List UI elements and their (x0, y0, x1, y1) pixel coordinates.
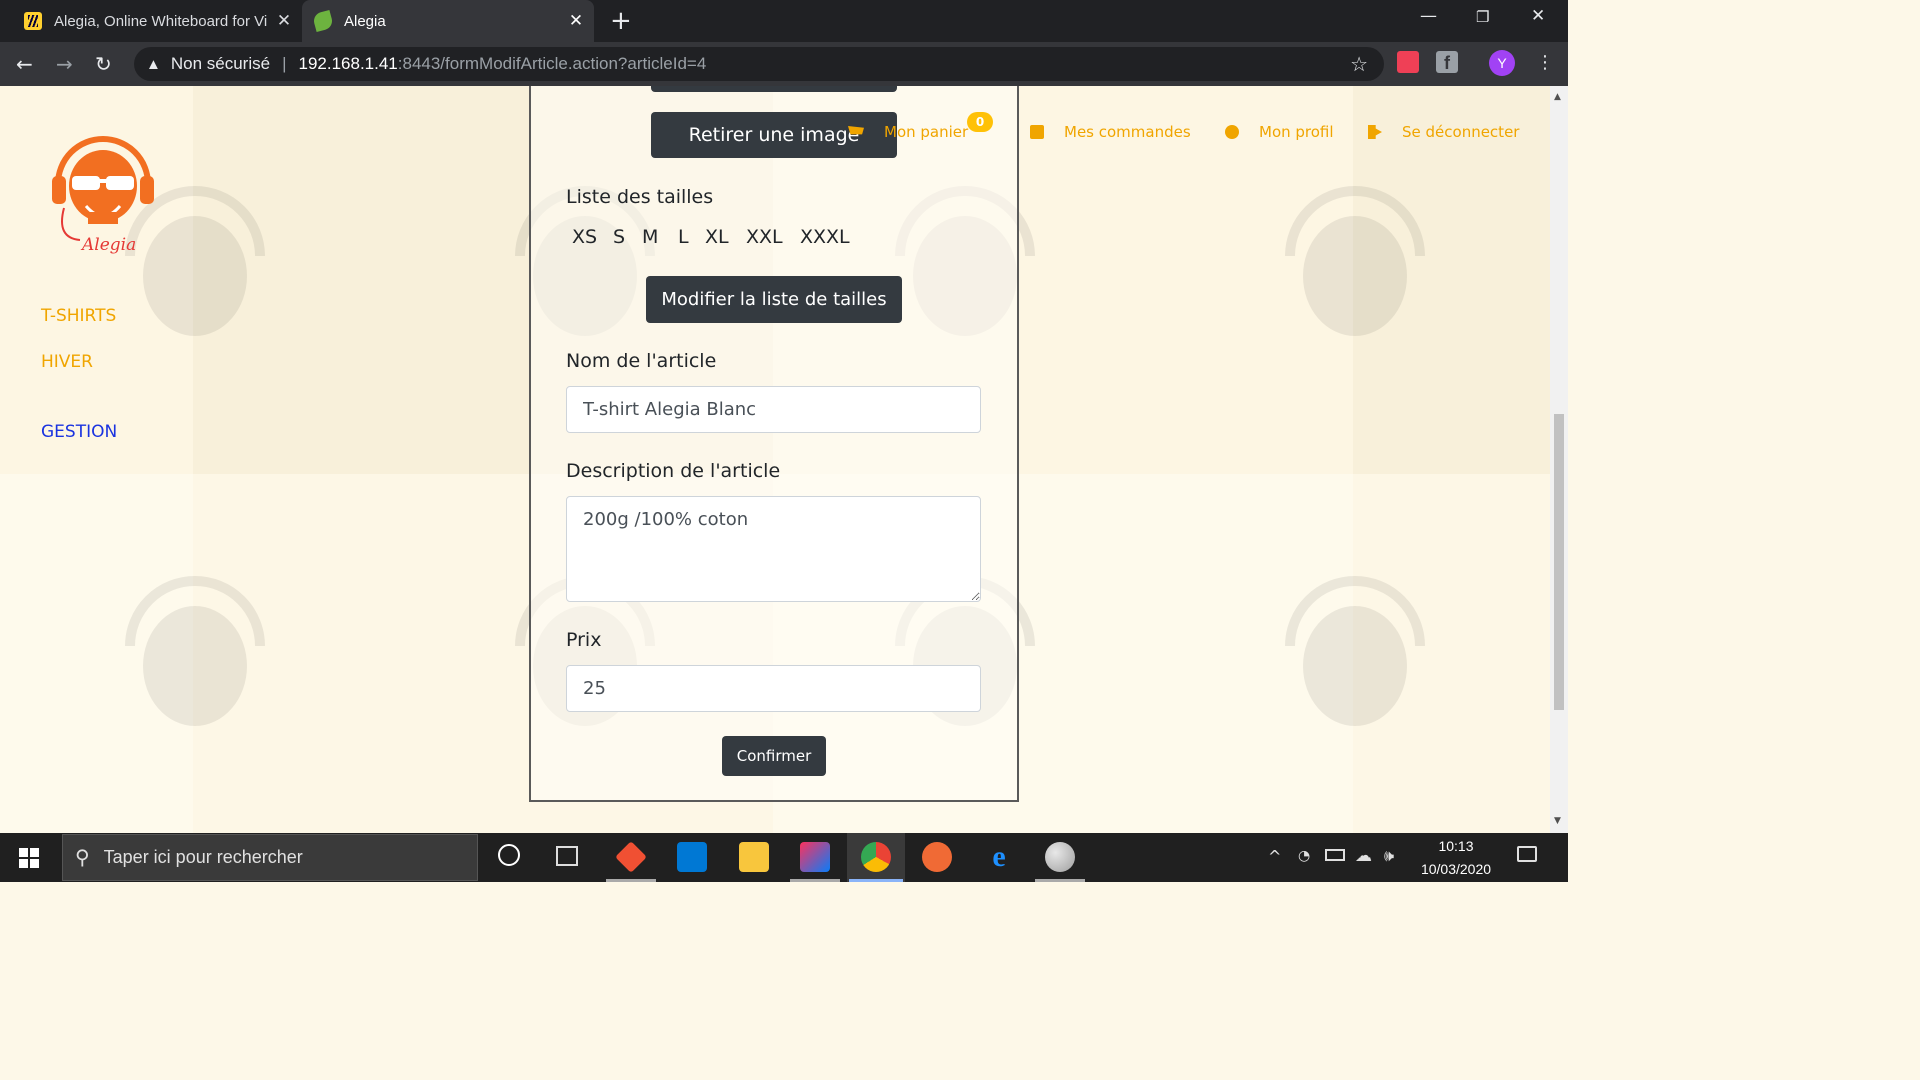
article-description-textarea[interactable]: 200g /100% coton (566, 496, 981, 602)
sidebar-link-gestion[interactable]: GESTION (41, 422, 117, 442)
shopping-bag-icon (1030, 125, 1044, 139)
watermark-skull-icon (1285, 576, 1425, 726)
tab-alegia[interactable]: Alegia ✕ (302, 0, 594, 42)
cart-count-badge: 0 (967, 112, 993, 132)
size-m: M (642, 226, 659, 248)
sidebar-link-hiver[interactable]: HIVER (41, 352, 93, 372)
scroll-up-arrow-icon[interactable]: ▲ (1554, 92, 1561, 102)
tab-miro[interactable]: Alegia, Online Whiteboard for Vi ✕ (12, 0, 302, 42)
size-s: S (613, 226, 626, 248)
price-input[interactable] (566, 665, 981, 712)
nav-orders-label: Mes commandes (1064, 123, 1191, 141)
cart-icon (848, 126, 864, 135)
security-label[interactable]: Non sécurisé (171, 54, 270, 74)
search-icon: ⚲ (75, 847, 90, 869)
bookmark-star-icon[interactable]: ☆ (1350, 52, 1368, 77)
back-icon[interactable]: ← (16, 52, 33, 76)
watermark-skull-icon (1285, 186, 1425, 336)
close-tab-icon[interactable]: ✕ (272, 11, 296, 31)
battery-icon[interactable] (1325, 849, 1345, 861)
spring-leaf-icon (311, 9, 335, 33)
scroll-down-arrow-icon[interactable]: ▼ (1554, 816, 1561, 826)
new-tab-button[interactable]: + (610, 6, 632, 36)
file-explorer-icon[interactable] (739, 842, 769, 872)
tab-title: Alegia (344, 12, 386, 30)
nav-orders[interactable]: Mes commandes (1030, 123, 1191, 141)
pocket-extension-icon[interactable] (1397, 51, 1419, 73)
sizes-heading: Liste des tailles (566, 186, 714, 208)
taskbar-date[interactable]: 10/03/2020 (1408, 861, 1504, 877)
size-xs: XS (572, 226, 598, 248)
article-name-label: Nom de l'article (566, 350, 717, 372)
scrollbar-thumb[interactable] (1554, 414, 1564, 710)
chrome-app-icon[interactable] (861, 842, 891, 872)
minimize-icon[interactable]: — (1420, 6, 1437, 26)
nav-cart[interactable]: Mon panier (848, 123, 968, 141)
reload-icon[interactable]: ↻ (95, 52, 112, 76)
onedrive-cloud-icon[interactable]: ☁ (1355, 846, 1372, 866)
volume-icon[interactable]: 🕪 (1384, 846, 1394, 866)
windows-start-icon[interactable] (19, 848, 39, 868)
sidebar-link-tshirts[interactable]: T-SHIRTS (41, 306, 116, 326)
browser-toolbar: ← → ↻ ▲ Non sécurisé | 192.168.1.41 :844… (0, 42, 1568, 86)
taskbar-time[interactable]: 10:13 (1408, 838, 1504, 854)
intellij-app-icon[interactable] (800, 842, 830, 872)
nav-logout-label: Se déconnecter (1402, 123, 1520, 141)
notification-center-icon[interactable] (1517, 846, 1537, 862)
profile-avatar[interactable]: Y (1489, 50, 1515, 76)
tab-title: Alegia, Online Whiteboard for Vi (54, 12, 268, 30)
mail-app-icon[interactable] (677, 842, 707, 872)
miro-icon (24, 12, 42, 30)
article-name-input[interactable] (566, 386, 981, 433)
nav-logout[interactable]: Se déconnecter (1368, 123, 1519, 141)
nav-cart-label: Mon panier (884, 123, 969, 141)
wifi-icon[interactable]: ◔ (1298, 848, 1310, 864)
git-app-icon[interactable] (615, 841, 647, 873)
tray-chevron-icon[interactable]: ^ (1268, 847, 1281, 866)
partial-hidden-button[interactable] (651, 86, 897, 92)
size-l: L (678, 226, 689, 248)
forward-icon[interactable]: → (56, 52, 73, 76)
windows-taskbar: ⚲ Taper ici pour rechercher e ^ ◔ ☁ 🕪 10… (0, 833, 1568, 882)
task-view-icon[interactable] (556, 846, 578, 866)
user-circle-icon (1225, 125, 1239, 139)
paint-running-indicator (1035, 879, 1085, 882)
close-tab-icon[interactable]: ✕ (564, 11, 588, 31)
facebook-extension-icon[interactable]: f (1436, 51, 1458, 73)
cortana-icon[interactable] (498, 844, 520, 866)
modify-sizes-button[interactable]: Modifier la liste de tailles (646, 276, 902, 323)
page-scrollbar[interactable]: ▲ ▼ (1550, 86, 1568, 833)
size-xl: XL (705, 226, 729, 248)
article-description-label: Description de l'article (566, 460, 781, 482)
nav-profile-label: Mon profil (1259, 123, 1334, 141)
confirm-button[interactable]: Confirmer (722, 736, 826, 776)
nav-profile[interactable]: Mon profil (1225, 123, 1334, 141)
compass-app-icon[interactable] (922, 842, 952, 872)
alegia-logo[interactable]: Alegia (50, 128, 156, 258)
restore-icon[interactable]: ❐ (1476, 8, 1489, 26)
size-xxl: XXL (746, 226, 783, 248)
browser-tab-strip: Alegia, Online Whiteboard for Vi ✕ Alegi… (0, 0, 1568, 42)
git-running-indicator (606, 879, 656, 882)
warning-icon[interactable]: ▲ (146, 56, 161, 73)
menu-kebab-icon[interactable]: ⋮ (1536, 52, 1554, 73)
window-close-icon[interactable]: ✕ (1531, 6, 1545, 26)
page-viewport: Alegia T-SHIRTS HIVER GESTION Retirer un… (0, 86, 1550, 833)
taskbar-search-box[interactable]: ⚲ Taper ici pour rechercher (62, 834, 478, 881)
taskbar-search-placeholder: Taper ici pour rechercher (103, 847, 303, 867)
edge-app-icon[interactable]: e (984, 842, 1014, 872)
intellij-running-indicator (790, 879, 840, 882)
price-label: Prix (566, 629, 602, 651)
chrome-running-indicator (849, 879, 903, 882)
size-xxxl: XXXL (800, 226, 850, 248)
sign-out-icon (1368, 125, 1382, 139)
url-path[interactable]: :8443/formModifArticle.action?articleId=… (398, 54, 707, 74)
watermark-skull-icon (125, 576, 265, 726)
address-separator: | (282, 54, 287, 73)
paint-app-icon[interactable] (1045, 842, 1075, 872)
svg-text:Alegia: Alegia (80, 235, 136, 255)
url-host[interactable]: 192.168.1.41 (299, 54, 398, 74)
address-bar[interactable]: ▲ Non sécurisé | 192.168.1.41 :8443/form… (134, 47, 1384, 81)
